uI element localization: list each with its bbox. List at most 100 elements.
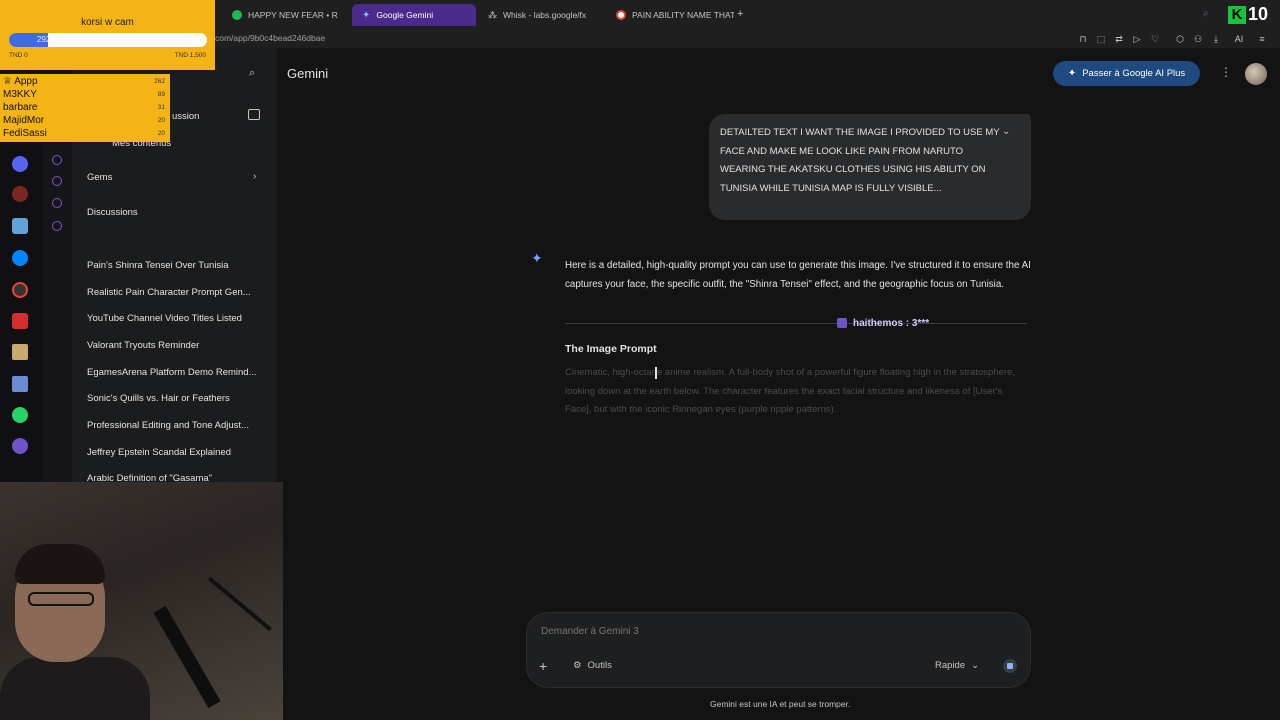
new-chat-label[interactable]: ussion <box>172 111 199 122</box>
donor-name: M3KKY <box>3 89 37 100</box>
leaderboard-row: MajidMor 20 <box>3 115 167 127</box>
spotify-icon <box>232 10 242 20</box>
app-dock <box>0 145 42 485</box>
translate-icon[interactable]: ⇄ <box>1112 32 1126 46</box>
avatar[interactable] <box>1245 63 1267 85</box>
app-icon[interactable] <box>12 186 28 202</box>
play-icon[interactable]: ▷ <box>1130 32 1144 46</box>
tools-button[interactable]: ⚙ Outils <box>573 660 612 671</box>
leaderboard-row: M3KKY 89 <box>3 89 167 101</box>
donor-score: 31 <box>157 104 165 111</box>
more-options-icon[interactable]: ⋮ <box>1220 65 1232 79</box>
history-icon[interactable] <box>52 176 62 186</box>
tab-spotify[interactable]: HAPPY NEW FEAR • R <box>222 4 348 26</box>
url-text[interactable]: com/app/9b0c4bead246dbae <box>215 33 325 43</box>
app-icon[interactable] <box>12 218 28 234</box>
chat-item[interactable]: Jeffrey Epstein Scandal Explained <box>87 447 267 458</box>
goal-min: TND 0 <box>9 52 28 59</box>
prompt-body-text: Cinematic, high-octane anime realism. A … <box>565 367 1015 416</box>
messenger-icon[interactable] <box>12 250 28 266</box>
whatsapp-icon[interactable] <box>12 407 28 423</box>
search-icon[interactable]: ⌕ <box>249 67 255 80</box>
donor-score: 20 <box>157 117 165 124</box>
donor-score: 20 <box>157 130 165 137</box>
app-icon[interactable] <box>12 438 28 454</box>
bookmark-icon[interactable]: ⊓ <box>1076 32 1090 46</box>
download-icon[interactable]: ⤓ <box>1209 32 1223 46</box>
tools-label: Outils <box>587 660 612 671</box>
google-icon <box>616 10 626 20</box>
discussions-heading: Discussions <box>87 207 138 218</box>
temporary-chat-icon[interactable] <box>248 109 260 120</box>
microphone <box>153 605 221 709</box>
tab-label: PAIN ABILITY NAME THAT <box>632 10 734 20</box>
donor-name: FediSassi <box>3 128 47 139</box>
chat-item[interactable]: YouTube Channel Video Titles Listed <box>87 313 267 324</box>
upgrade-button[interactable]: ✦ Passer à Google AI Plus <box>1053 61 1200 86</box>
ai-icon[interactable]: AI <box>1229 32 1249 46</box>
alert-text: haithemos : 3*** <box>853 317 930 329</box>
donor-name: MajidMor <box>3 115 45 126</box>
play-circle-icon[interactable] <box>52 155 62 165</box>
mode-label: Rapide <box>935 660 966 671</box>
add-attachment-button[interactable]: + <box>539 658 547 674</box>
donor-name: ♕ Appp <box>3 76 38 87</box>
sparkle-icon: ✦ <box>1067 68 1077 79</box>
chevron-down-icon: ⌄ <box>971 660 980 671</box>
tab-whisk[interactable]: ⁂ Whisk - labs.google/fx <box>478 4 608 26</box>
user-message-bubble: DETAILTED TEXT I WANT THE IMAGE I PROVID… <box>709 114 1031 220</box>
chat-item[interactable]: Realistic Pain Character Prompt Gen... <box>87 287 267 298</box>
prompt-composer[interactable]: + ⚙ Outils Rapide ⌄ <box>526 612 1031 688</box>
screenshot-icon[interactable]: ⬚ <box>1094 32 1108 46</box>
chevron-down-icon[interactable]: ⌄ <box>1002 126 1010 137</box>
gemini-spark-icon: ✦ <box>362 9 371 21</box>
tab-gemini[interactable]: ✦ Google Gemini <box>352 4 476 26</box>
counter-value: 10 <box>1248 4 1269 24</box>
gear-icon[interactable] <box>52 221 62 231</box>
chat-item[interactable]: Professional Editing and Tone Adjust... <box>87 420 267 431</box>
trophy-icon: ♕ <box>3 76 12 87</box>
chat-item[interactable]: Sonic's Quills vs. Hair or Feathers <box>87 393 267 404</box>
leaderboard-row: ♕ Appp 262 <box>3 76 167 88</box>
goal-max: TND 1,500 <box>174 52 206 59</box>
gemini-brand[interactable]: Gemini <box>287 66 328 81</box>
donor-leaderboard: ♕ Appp 262 M3KKY 89 barbare 31 MajidMor … <box>0 74 170 142</box>
new-tab-icon[interactable]: + <box>737 8 743 20</box>
tools-icon: ⚙ <box>573 660 582 671</box>
gemini-spark-icon: ✦ <box>531 250 543 266</box>
prompt-input[interactable] <box>541 626 1011 637</box>
goal-value: 292 <box>37 35 51 44</box>
extensions-icon[interactable]: ⬡ <box>1173 32 1187 46</box>
extensions-icon[interactable] <box>52 198 62 208</box>
donor-score: 89 <box>157 91 165 98</box>
chat-item[interactable]: EgamesArena Platform Demo Remind... <box>87 367 267 378</box>
heart-icon[interactable]: ♡ <box>1148 32 1162 46</box>
chat-item[interactable]: Pain's Shinra Tensei Over Tunisia <box>87 260 267 271</box>
app-icon[interactable] <box>12 376 28 392</box>
chat-item[interactable]: Valorant Tryouts Reminder <box>87 340 267 351</box>
discord-icon[interactable] <box>12 156 28 172</box>
profile-menu-icon[interactable]: ⚇ <box>1191 32 1205 46</box>
viewer-counter: K 10 <box>1228 4 1268 25</box>
app-icon[interactable] <box>12 313 28 329</box>
goal-progress-bar: 292 <box>9 33 207 47</box>
menu-icon[interactable]: ≡ <box>1255 32 1269 46</box>
disclaimer-text: Gemini est une IA et peut se tromper. <box>710 699 851 709</box>
tab-google-search[interactable]: PAIN ABILITY NAME THAT <box>606 4 734 26</box>
tab-label: Whisk - labs.google/fx <box>503 10 587 20</box>
mic-arm <box>208 576 272 632</box>
model-mode-select[interactable]: Rapide ⌄ <box>935 660 979 671</box>
league-icon[interactable] <box>12 344 28 360</box>
stop-button[interactable] <box>1003 659 1017 673</box>
leaderboard-row: FediSassi 20 <box>3 128 167 140</box>
app-icon[interactable] <box>12 282 28 298</box>
streamer-glasses <box>28 592 94 606</box>
search-tabs-icon[interactable]: ⌕ <box>1203 8 1209 19</box>
kick-logo-icon: K <box>1228 5 1246 24</box>
user-message-text: DETAILTED TEXT I WANT THE IMAGE I PROVID… <box>720 127 1000 194</box>
divider <box>565 323 1027 324</box>
alert-icon <box>837 318 847 328</box>
section-heading: The Image Prompt <box>565 343 657 355</box>
gems-link[interactable]: Gems <box>87 172 112 183</box>
chevron-right-icon[interactable]: › <box>253 171 256 182</box>
